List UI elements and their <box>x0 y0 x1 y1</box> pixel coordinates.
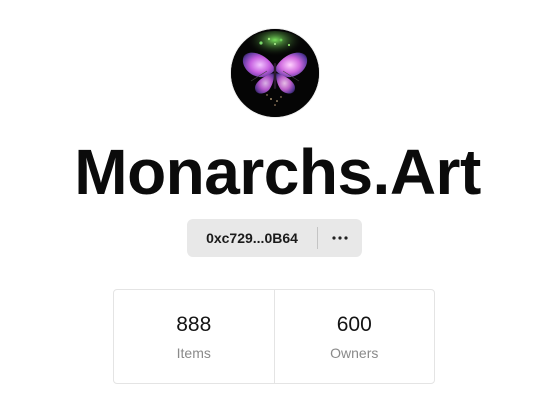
collection-avatar <box>231 29 319 117</box>
collection-title: Monarchs.Art <box>74 136 481 208</box>
copy-address-button[interactable]: 0xc729...0B64 <box>187 219 317 257</box>
more-options-button[interactable] <box>318 219 362 257</box>
collection-stats: 888 Items 600 Owners <box>113 289 435 384</box>
address-bar: 0xc729...0B64 <box>187 219 362 257</box>
more-horizontal-icon <box>332 236 348 240</box>
stat-value: 888 <box>176 312 212 336</box>
stat-label: Items <box>176 344 211 361</box>
stat-owners[interactable]: 600 Owners <box>273 290 435 383</box>
stat-items[interactable]: 888 Items <box>114 290 274 383</box>
butterfly-logo <box>231 29 319 117</box>
stat-value: 600 <box>336 312 372 336</box>
stat-label: Owners <box>330 344 379 361</box>
